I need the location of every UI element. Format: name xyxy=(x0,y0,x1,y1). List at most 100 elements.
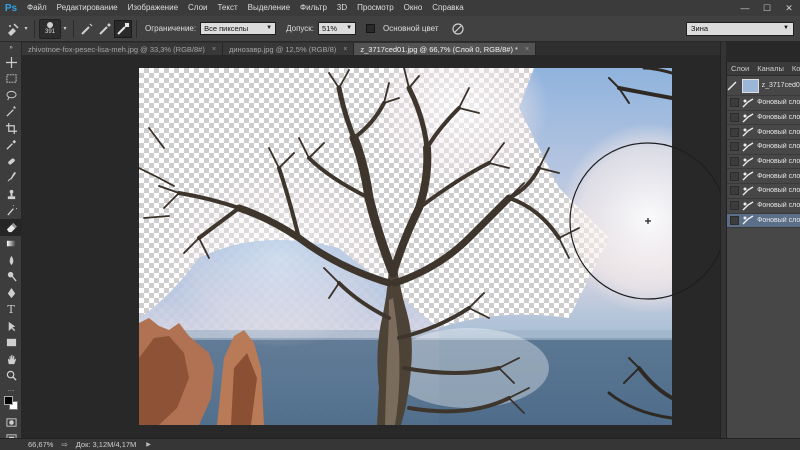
window-controls: — ☐ ✕ xyxy=(738,0,796,16)
brush-preset-picker[interactable]: 391 xyxy=(39,18,61,39)
minimize-button[interactable]: — xyxy=(738,2,752,14)
layer-row[interactable]: Фоновый слой xyxy=(727,199,800,214)
layer-visibility-icon[interactable] xyxy=(730,215,740,225)
tab-label: z_3717ced01.jpg @ 66,7% (Слой 0, RGB/8#)… xyxy=(360,44,518,54)
menu-edit[interactable]: Редактирование xyxy=(52,0,123,16)
menu-file[interactable]: Файл xyxy=(22,0,52,16)
layer-brush-icon xyxy=(741,142,754,152)
foreground-color-swatch[interactable] xyxy=(4,396,13,405)
chevron-down-icon: ▼ xyxy=(266,25,273,31)
chevron-down-icon: ▼ xyxy=(783,25,789,31)
layer-visibility-icon[interactable] xyxy=(730,201,740,211)
maximize-button[interactable]: ☐ xyxy=(760,2,774,14)
tab-paths[interactable]: Конт xyxy=(788,64,800,73)
export-icon[interactable]: ⇨ xyxy=(57,440,71,449)
sampling-continuous-icon[interactable] xyxy=(78,20,96,38)
layer-row[interactable]: Фоновый слой xyxy=(727,155,800,170)
layer-visibility-icon[interactable] xyxy=(730,171,740,181)
layer-row[interactable]: Фоновый слой xyxy=(727,96,800,111)
zoom-level[interactable]: 66,67% xyxy=(0,440,57,449)
dodge-tool-icon[interactable] xyxy=(0,269,22,286)
pressure-size-icon[interactable] xyxy=(449,20,467,38)
sampling-once-icon[interactable] xyxy=(96,20,114,38)
workspace-select[interactable]: Зина ▼ xyxy=(686,22,794,36)
limits-value: Все пикселы xyxy=(204,24,249,33)
close-icon[interactable]: × xyxy=(212,46,216,53)
tool-preset-chevron-icon[interactable]: ▾ xyxy=(22,20,30,38)
tab-active-document[interactable]: z_3717ced01.jpg @ 66,7% (Слой 0, RGB/8#)… xyxy=(354,43,537,55)
menu-3d[interactable]: 3D xyxy=(332,0,352,16)
close-icon[interactable]: × xyxy=(343,46,347,53)
layer-row[interactable]: Фоновый слой xyxy=(727,169,800,185)
layer-visibility-icon[interactable] xyxy=(730,127,740,137)
collapse-toolbox-icon[interactable]: » xyxy=(0,42,22,54)
tab-channels[interactable]: Каналы xyxy=(753,64,788,73)
crop-tool-icon[interactable] xyxy=(0,120,22,137)
layer-row[interactable]: Фоновый слой xyxy=(727,111,800,126)
type-tool-icon[interactable]: T xyxy=(0,302,22,319)
layer-visibility-icon[interactable] xyxy=(730,113,740,123)
tab-fox-document[interactable]: zhivotnoe-fox-pesec-lisa-meh.jpg @ 33,3%… xyxy=(22,43,223,55)
layer-name: Фоновый слой xyxy=(757,143,800,151)
color-swatches[interactable] xyxy=(0,394,22,414)
menu-image[interactable]: Изображение xyxy=(123,0,183,16)
layer-visibility-icon[interactable] xyxy=(730,157,740,167)
layer-visibility-icon[interactable] xyxy=(730,186,740,196)
canvas-area[interactable]: 3! xyxy=(22,55,720,438)
clone-stamp-tool-icon[interactable] xyxy=(0,186,22,203)
background-eraser-tool-icon[interactable] xyxy=(4,20,22,38)
tab-dinosaur-document[interactable]: динозавр.jpg @ 12,5% (RGB/8) × xyxy=(222,43,355,55)
sampling-background-swatch-icon[interactable] xyxy=(114,19,132,38)
menu-help[interactable]: Справка xyxy=(427,0,468,16)
tolerance-label: Допуск: xyxy=(286,24,315,33)
layer-brush-icon xyxy=(741,201,754,211)
layer-name: Фоновый слой xyxy=(757,172,800,180)
tab-layers[interactable]: Слои xyxy=(727,64,753,73)
layer-brush-icon xyxy=(741,127,754,137)
layer-row[interactable]: Фоновый слой xyxy=(727,125,800,141)
chevron-down-icon: ▼ xyxy=(346,25,353,31)
layer-visibility-icon[interactable] xyxy=(730,142,740,152)
rectangle-tool-icon[interactable] xyxy=(0,335,22,352)
menu-view[interactable]: Просмотр xyxy=(352,0,399,16)
layer-row-selected[interactable]: Фоновый слой xyxy=(727,213,800,229)
gradient-tool-icon[interactable] xyxy=(0,236,22,253)
marquee-tool-icon[interactable] xyxy=(0,71,22,88)
menu-window[interactable]: Окно xyxy=(399,0,428,16)
layer-row-document[interactable]: z_3717ced01 xyxy=(727,76,800,96)
blur-tool-icon[interactable] xyxy=(0,252,22,269)
status-menu-arrow-icon[interactable]: ▶ xyxy=(146,441,151,448)
menu-filter[interactable]: Фильтр xyxy=(295,0,332,16)
layer-row[interactable]: Фоновый слой xyxy=(727,184,800,199)
eraser-tool-icon[interactable] xyxy=(0,219,22,236)
pen-tool-icon[interactable] xyxy=(0,285,22,302)
brush-tool-icon[interactable] xyxy=(0,170,22,187)
close-button[interactable]: ✕ xyxy=(782,2,796,14)
workspace-value: Зина xyxy=(691,24,709,33)
close-icon[interactable]: × xyxy=(525,46,529,53)
more-tools-icon[interactable]: … xyxy=(0,384,22,394)
history-brush-tool-icon[interactable] xyxy=(0,203,22,220)
menu-layers[interactable]: Слои xyxy=(183,0,212,16)
layer-brush-icon xyxy=(741,98,754,108)
healing-brush-tool-icon[interactable] xyxy=(0,153,22,170)
eyedropper-tool-icon[interactable] xyxy=(0,137,22,154)
menu-type[interactable]: Текст xyxy=(212,0,242,16)
move-tool-icon[interactable] xyxy=(0,54,22,71)
layer-visibility-icon[interactable] xyxy=(730,98,740,108)
path-selection-tool-icon[interactable] xyxy=(0,318,22,335)
zoom-tool-icon[interactable] xyxy=(0,368,22,385)
menu-select[interactable]: Выделение xyxy=(243,0,295,16)
tolerance-input[interactable]: 51% ▼ xyxy=(318,22,357,35)
lasso-tool-icon[interactable] xyxy=(0,87,22,104)
document-tabs: zhivotnoe-fox-pesec-lisa-meh.jpg @ 33,3%… xyxy=(22,42,720,55)
brush-preset-chevron-icon[interactable]: ▾ xyxy=(61,20,69,38)
layer-name: Фоновый слой xyxy=(757,187,800,195)
brush-icon xyxy=(727,79,739,93)
protect-foreground-checkbox[interactable] xyxy=(366,24,376,33)
limits-select[interactable]: Все пикселы ▼ xyxy=(200,22,277,35)
quick-mask-icon[interactable] xyxy=(0,414,22,431)
hand-tool-icon[interactable] xyxy=(0,351,22,368)
magic-wand-tool-icon[interactable] xyxy=(0,104,22,121)
layer-row[interactable]: Фоновый слой xyxy=(727,140,800,155)
